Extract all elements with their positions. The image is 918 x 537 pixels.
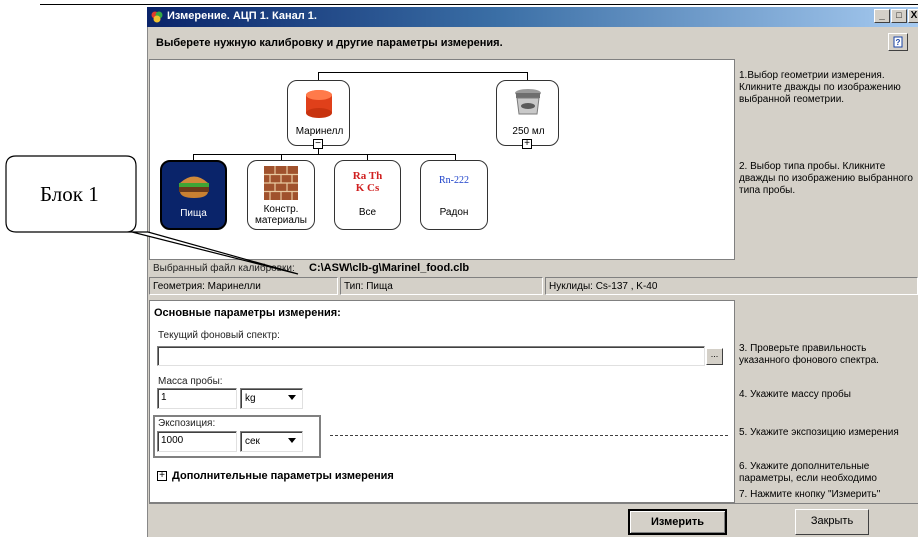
mass-input[interactable]: 1: [157, 388, 237, 409]
background-spectrum-label: Текущий фоновый спектр:: [158, 330, 280, 341]
params-title: Основные параметры измерения:: [154, 307, 341, 319]
callout-bubble: [5, 155, 299, 275]
geometry-node-marinelli[interactable]: Маринелл: [287, 80, 350, 146]
jar-250ml-icon: [515, 89, 541, 115]
geometry-label: Маринелл: [295, 126, 344, 137]
hint-step5: 5. Укажите экспозицию измерения: [739, 427, 899, 438]
sample-label: Все: [358, 207, 377, 218]
dashed-leader-line: [330, 435, 728, 436]
close-button[interactable]: X: [908, 9, 918, 23]
minimize-button[interactable]: _: [874, 9, 890, 23]
geometry-label: 250 мл: [512, 126, 545, 137]
radon-icon: Rn-222: [439, 175, 469, 186]
exposure-unit-select[interactable]: сек: [240, 431, 303, 452]
instruction-text: Выберете нужную калибровку и другие пара…: [156, 37, 503, 49]
status-nuclides: Нуклиды: Cs-137 , K-40: [545, 277, 918, 295]
hint-step1: 1.Выбор геометрии измерения. Кликните дв…: [739, 70, 901, 105]
chevron-down-icon: [288, 438, 296, 443]
exposure-label: Экспозиция:: [158, 418, 216, 429]
sample-node-radon[interactable]: Rn-222 Радон: [420, 160, 488, 230]
maximize-button[interactable]: □: [891, 9, 907, 23]
additional-params-toggle[interactable]: +: [157, 471, 167, 481]
background-spectrum-input[interactable]: [157, 346, 705, 366]
mass-unit-select[interactable]: kg: [240, 388, 303, 409]
tree-connector: [527, 72, 528, 80]
browse-button[interactable]: ...: [706, 348, 723, 365]
help-button[interactable]: ?: [888, 33, 908, 51]
app-icon: [151, 11, 163, 23]
additional-params-label[interactable]: Дополнительные параметры измерения: [172, 470, 394, 482]
collapse-toggle[interactable]: −: [313, 139, 323, 149]
mass-label: Масса пробы:: [158, 376, 223, 387]
chevron-down-icon: [288, 395, 296, 400]
svg-text:?: ?: [896, 38, 901, 47]
close-dialog-button[interactable]: Закрыть: [795, 509, 869, 535]
tree-connector: [318, 72, 527, 73]
tree-connector: [318, 72, 319, 80]
sample-node-all[interactable]: Ra Th K Cs Все: [334, 160, 401, 230]
hint-step3: 3. Проверьте правильность указанного фон…: [739, 343, 879, 366]
nuclides-icon: Ra Th K Cs: [352, 170, 383, 194]
hint-step2: 2. Выбор типа пробы. Кликните дважды по …: [739, 161, 913, 196]
exposure-input[interactable]: 1000: [157, 431, 237, 452]
window-title: Измерение. АЦП 1. Канал 1.: [167, 10, 317, 22]
hint-step6: 6. Укажите дополнительные параметры, есл…: [739, 461, 877, 484]
marinelli-beaker-icon: [306, 90, 332, 118]
calibration-file-path: C:\ASW\clb-g\Marinel_food.clb: [309, 262, 470, 274]
hint-step7: 7. Нажмите кнопку "Измерить": [739, 489, 881, 500]
geometry-node-250ml[interactable]: 250 мл: [496, 80, 559, 146]
mass-unit-value: kg: [245, 393, 256, 404]
callout-label: Блок 1: [40, 182, 99, 206]
page-rule: [40, 4, 918, 5]
hint-step4: 4. Укажите массу пробы: [739, 389, 851, 400]
title-bar: Измерение. АЦП 1. Канал 1. _ □ X: [147, 7, 918, 27]
sample-label: Радон: [439, 207, 469, 218]
help-book-icon: ?: [893, 36, 903, 48]
measure-button[interactable]: Измерить: [628, 509, 727, 535]
expand-toggle[interactable]: +: [522, 139, 532, 149]
exposure-unit-value: сек: [245, 436, 260, 447]
status-type: Тип: Пища: [340, 277, 543, 295]
